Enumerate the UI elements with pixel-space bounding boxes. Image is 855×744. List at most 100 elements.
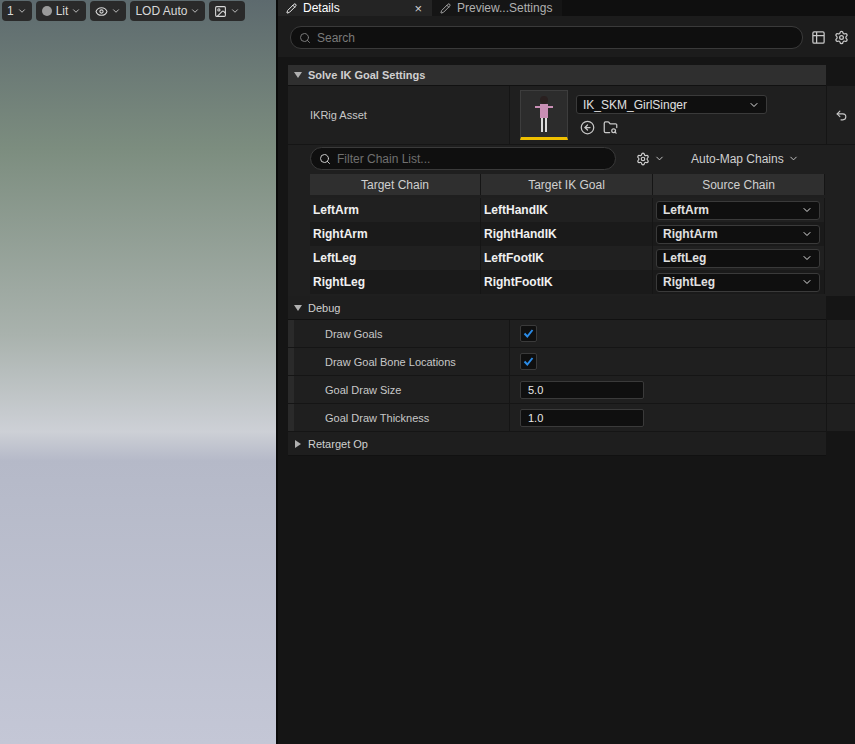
eye-icon — [95, 5, 108, 18]
table-row: RightArmRightHandIKRightArm — [310, 222, 825, 246]
property-row: Goal Draw Thickness 1.0 — [288, 404, 855, 432]
property-value — [510, 320, 826, 347]
viewport-scene[interactable] — [0, 0, 276, 744]
sphere-icon — [41, 5, 53, 17]
viewport[interactable]: 1Lit LOD Auto — [0, 0, 276, 744]
target-chain: RightLeg — [310, 270, 481, 294]
property-value: 1.0 — [510, 404, 826, 431]
pencil-icon — [286, 3, 297, 14]
target-goal: RightFootIK — [481, 270, 653, 294]
chain-toolbar: Filter Chain List... Auto-Map Chains — [310, 147, 825, 170]
chevron-icon — [654, 153, 665, 164]
collapsed-arrow-icon[interactable] — [294, 440, 302, 448]
reset-icon[interactable] — [835, 109, 848, 122]
editor-window: 1Lit LOD Auto Details×Preview...Settings Se… — [0, 0, 855, 744]
tab[interactable]: Preview...Settings — [432, 0, 562, 16]
section-header[interactable]: Retarget Op — [288, 432, 826, 456]
check-icon — [523, 356, 534, 367]
use-selected-icon[interactable] — [580, 120, 595, 135]
target-goal: LeftHandIK — [481, 198, 653, 222]
source-chain: LeftArm — [653, 198, 825, 222]
reset-cell — [826, 320, 855, 347]
viewport-toolbar-button[interactable]: LOD Auto — [130, 1, 205, 21]
table-header: Target ChainTarget IK GoalSource Chain — [310, 174, 825, 195]
table-row: RightLegRightFootIKRightLeg — [310, 270, 825, 294]
target-goal: LeftFootIK — [481, 246, 653, 270]
viewport-toolbar-button[interactable]: Lit — [36, 1, 87, 21]
property-value — [510, 348, 826, 375]
reset-cell — [826, 404, 855, 431]
property-label: Draw Goal Bone Locations — [288, 348, 510, 375]
target-goal: RightHandIK — [481, 222, 653, 246]
property-label: Goal Draw Size — [288, 376, 510, 403]
reset-cell — [826, 86, 855, 144]
checkbox[interactable] — [520, 353, 537, 370]
property-row: Draw Goal Bone Locations — [288, 348, 855, 376]
chevron-icon — [788, 153, 799, 164]
target-chain: LeftLeg — [310, 246, 481, 270]
viewport-toolbar-button[interactable]: 1 — [2, 1, 32, 21]
pencil-icon — [440, 3, 451, 14]
chevron-icon — [801, 204, 813, 216]
property-row: Draw Goals — [288, 320, 855, 348]
chain-filter[interactable]: Filter Chain List... — [310, 147, 616, 170]
number-field[interactable]: 5.0 — [520, 381, 644, 399]
chevron-icon — [801, 276, 813, 288]
chevron-icon — [17, 6, 27, 16]
asset-dropdown[interactable]: IK_SKM_GirlSinger — [576, 95, 767, 114]
property-label: Goal Draw Thickness — [288, 404, 510, 431]
target-chain: LeftArm — [310, 198, 481, 222]
check-icon — [523, 328, 534, 339]
tab-bar: Details×Preview...Settings — [278, 0, 855, 16]
number-field[interactable]: 1.0 — [520, 409, 644, 427]
auto-map-button[interactable]: Auto-Map Chains — [685, 152, 805, 166]
chevron-icon — [71, 6, 81, 16]
source-chain-dropdown[interactable]: LeftLeg — [656, 249, 820, 268]
target-chain: RightArm — [310, 222, 481, 246]
chevron-icon — [111, 6, 121, 16]
table-row: LeftArmLeftHandIKLeftArm — [310, 198, 825, 222]
asset-thumbnail[interactable] — [520, 90, 568, 140]
search-icon — [319, 153, 331, 165]
property-row: Goal Draw Size 5.0 — [288, 376, 855, 404]
property-label: IKRig Asset — [288, 86, 510, 144]
gear-icon — [636, 152, 650, 166]
column-header[interactable]: Target Chain — [310, 174, 481, 195]
source-chain-dropdown[interactable]: RightLeg — [656, 273, 820, 292]
tab[interactable]: Details× — [278, 0, 432, 16]
search-icon — [299, 32, 311, 44]
source-chain-dropdown[interactable]: LeftArm — [656, 201, 820, 220]
viewport-toolbar-button[interactable] — [90, 1, 126, 21]
section-header[interactable]: Debug — [288, 296, 826, 320]
character-icon — [534, 94, 554, 134]
details-body: Solve IK Goal SettingsIKRig Asset IK_SKM_… — [278, 57, 855, 456]
close-button[interactable]: × — [414, 1, 422, 16]
table-view-icon[interactable] — [811, 30, 826, 45]
property-value: 5.0 — [510, 376, 826, 403]
viewport-toolbar: 1Lit LOD Auto — [0, 0, 276, 22]
source-chain: RightArm — [653, 222, 825, 246]
source-chain-dropdown[interactable]: RightArm — [656, 225, 820, 244]
table-row: LeftLegLeftFootIKLeftLeg — [310, 246, 825, 270]
source-chain: RightLeg — [653, 270, 825, 294]
image-icon — [214, 5, 227, 18]
search-field[interactable]: Search — [290, 26, 803, 49]
details-panel: Details×Preview...Settings Search Solve IK… — [278, 0, 855, 744]
chain-mapping: Filter Chain List... Auto-Map Chains Targe… — [288, 145, 855, 296]
reset-cell — [826, 348, 855, 375]
column-header[interactable]: Target IK Goal — [481, 174, 653, 195]
section-header[interactable]: Solve IK Goal Settings — [288, 65, 826, 86]
chevron-icon — [801, 228, 813, 240]
viewport-toolbar-button[interactable] — [209, 1, 245, 21]
source-chain: LeftLeg — [653, 246, 825, 270]
settings-button[interactable] — [630, 152, 671, 166]
chain-table: Target ChainTarget IK GoalSource ChainLe… — [310, 174, 825, 294]
chevron-icon — [748, 99, 760, 111]
browse-icon[interactable] — [603, 120, 618, 135]
expanded-arrow-icon[interactable] — [294, 71, 302, 79]
checkbox[interactable] — [520, 325, 537, 342]
column-header[interactable]: Source Chain — [653, 174, 825, 195]
gear-icon[interactable] — [834, 30, 849, 45]
reset-cell — [826, 376, 855, 403]
expanded-arrow-icon[interactable] — [294, 304, 302, 312]
